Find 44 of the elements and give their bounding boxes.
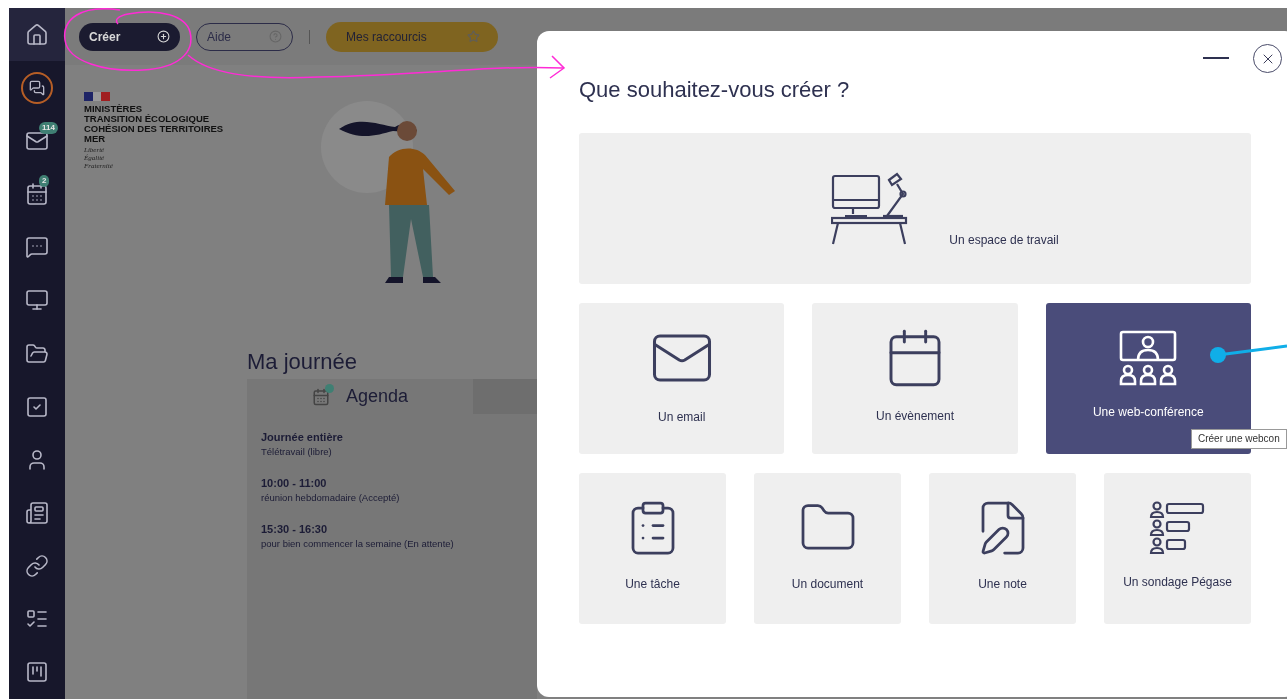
tooltip: Créer une webcon: [1191, 429, 1287, 449]
flag-logo: [84, 92, 110, 101]
create-option-tile[interactable]: Un espace de travail: [579, 133, 1251, 284]
create-option-tile[interactable]: Une note: [929, 473, 1076, 624]
event-time: 15:30 - 16:30: [261, 522, 329, 537]
event-title: réunion hebdomadaire (Accepté): [261, 491, 401, 504]
event-title: Télétravail (libre): [261, 445, 333, 458]
ministry-name: MINISTÈRES: [84, 104, 144, 114]
plus-icon: [157, 30, 170, 43]
event-time: 10:00 - 11:00: [261, 476, 328, 491]
ministry-name: MER: [84, 134, 107, 144]
star-icon: [467, 30, 480, 43]
computer-icon: [25, 288, 49, 313]
link-icon: [25, 554, 49, 579]
newspaper-icon: [25, 501, 49, 525]
chat-history-icon: [21, 71, 53, 104]
sidebar-item[interactable]: 2: [9, 167, 65, 221]
sidebar-item[interactable]: [9, 8, 65, 62]
event-time: Journée entière: [261, 430, 344, 445]
create-option-tile[interactable]: Un email: [579, 303, 785, 454]
dialog-title: Que souhaitez-vous créer ?: [579, 77, 851, 103]
agenda-tab[interactable]: Agenda: [247, 379, 473, 414]
survey-list-icon: [1148, 499, 1207, 556]
create-option-tile[interactable]: Un sondage Pégase: [1104, 473, 1251, 624]
desk-computer-icon: [831, 170, 910, 246]
section-title: Ma journée: [247, 349, 358, 375]
event-title: pour bien commencer la semaine (En attente): [261, 537, 455, 550]
checkbox-icon: [25, 394, 49, 419]
video-conference-icon: [1119, 329, 1178, 386]
count-badge: 2: [39, 175, 50, 188]
create-option-tile[interactable]: Une tâche: [579, 473, 726, 624]
calendar-icon: [25, 182, 49, 207]
create-button[interactable]: Créer: [79, 22, 180, 51]
count-badge: 114: [39, 122, 58, 135]
calendar-icon: [311, 387, 330, 406]
folder-icon: [25, 341, 49, 366]
home-icon: [25, 22, 49, 47]
create-option-tile[interactable]: Un document: [754, 473, 901, 624]
board-icon: [25, 660, 49, 685]
ministry-name: TRANSITION ÉCOLOGIQUE: [84, 114, 211, 124]
ministry-name: COHÉSION DES TERRITOIRES: [84, 124, 225, 134]
sidebar-item[interactable]: 114: [9, 114, 65, 168]
chat-icon: [25, 235, 49, 260]
create-option-tile[interactable]: Un évènement: [812, 303, 1018, 454]
